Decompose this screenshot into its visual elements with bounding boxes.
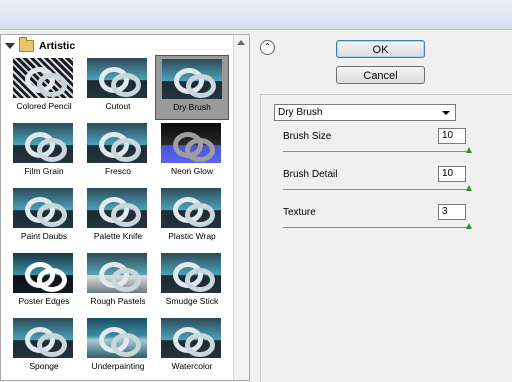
filter-label: Film Grain [24, 166, 64, 176]
filter-preview-image [13, 188, 73, 228]
ring-shape [37, 138, 67, 162]
filter-select[interactable]: Dry Brush [274, 104, 456, 121]
filter-preview-image [161, 188, 221, 228]
category-artistic[interactable]: Artistic [5, 37, 76, 53]
ring-shape [186, 74, 216, 98]
filter-preview-image [13, 58, 73, 98]
slider-track[interactable] [283, 151, 469, 152]
ring-shape [37, 333, 67, 357]
filter-gallery-panel: Artistic Colored Pencil Cutout Dry Brush Fi… [0, 34, 250, 381]
filter-thumbnail[interactable]: Film Grain [7, 120, 81, 185]
param-texture: Texture 3 [283, 204, 473, 236]
chevron-up-icon[interactable]: ⌃ [260, 40, 275, 55]
filter-thumbnail[interactable]: Neon Glow [155, 120, 229, 185]
ring-shape [185, 333, 215, 357]
ring-shape [111, 203, 141, 227]
filter-select-value: Dry Brush [278, 107, 323, 118]
filter-thumbnail[interactable]: Cutout [81, 55, 155, 120]
ring-shape [111, 138, 141, 162]
ring-shape [185, 268, 215, 292]
filter-preview-image [161, 253, 221, 293]
chevron-down-icon[interactable] [442, 111, 450, 115]
filter-thumbnail[interactable]: Paint Daubs [7, 185, 81, 250]
filter-preview-image [87, 58, 147, 98]
dialog-title-bar [0, 0, 512, 30]
ring-shape [37, 268, 67, 292]
filter-thumbnail[interactable]: Colored Pencil [7, 55, 81, 120]
filter-thumbnail[interactable]: Watercolor [155, 315, 229, 380]
param-value-field[interactable]: 10 [438, 166, 466, 182]
filter-thumbnail[interactable]: Poster Edges [7, 250, 81, 315]
scroll-up-arrow-icon[interactable] [237, 40, 245, 45]
ring-shape [111, 73, 141, 97]
filter-label: Rough Pastels [90, 296, 146, 306]
filter-label: Watercolor [171, 361, 213, 371]
filter-thumbnail[interactable]: Sponge [7, 315, 81, 380]
filter-preview-image [13, 253, 73, 293]
filter-label: Neon Glow [170, 166, 214, 176]
filter-label: Dry Brush [173, 102, 211, 112]
param-value-field[interactable]: 10 [438, 128, 466, 144]
triangle-down-icon[interactable] [5, 43, 15, 49]
filter-preview-image [162, 59, 222, 99]
filter-preview-image [87, 318, 147, 358]
param-label: Brush Size [283, 131, 332, 142]
ok-button[interactable]: OK [336, 40, 425, 58]
filter-thumbnail[interactable]: Palette Knife [81, 185, 155, 250]
slider-track[interactable] [283, 227, 469, 228]
ring-shape [185, 203, 215, 227]
slider-track[interactable] [283, 189, 469, 190]
filter-label: Paint Daubs [20, 231, 68, 241]
filter-thumbnail[interactable]: Fresco [81, 120, 155, 185]
filter-thumbnail[interactable]: Rough Pastels [81, 250, 155, 315]
filter-label: Fresco [105, 166, 131, 176]
filter-label: Plastic Wrap [168, 231, 216, 241]
param-value-field[interactable]: 3 [438, 204, 466, 220]
filter-thumbnail[interactable]: Smudge Stick [155, 250, 229, 315]
settings-pane: ⌃ OK Cancel Dry Brush Brush Size 10 Brus… [254, 34, 512, 382]
filter-preview-image [161, 318, 221, 358]
filter-preview-image [87, 123, 147, 163]
filter-label: Smudge Stick [165, 296, 219, 306]
filter-preview-image [13, 123, 73, 163]
param-brush-size: Brush Size 10 [283, 128, 473, 160]
vertical-scrollbar[interactable] [233, 35, 249, 380]
slider-handle[interactable] [466, 147, 472, 153]
folder-icon [19, 37, 34, 52]
filter-thumbnail[interactable]: Plastic Wrap [155, 185, 229, 250]
filter-thumbnail-grid: Colored Pencil Cutout Dry Brush Film Grain F… [7, 55, 229, 380]
filter-preview-image [13, 318, 73, 358]
filter-label: Colored Pencil [16, 101, 72, 111]
cancel-button[interactable]: Cancel [336, 66, 425, 84]
slider-handle[interactable] [466, 223, 472, 229]
filter-label: Cutout [105, 101, 131, 111]
param-brush-detail: Brush Detail 10 [283, 166, 473, 198]
ring-shape [37, 203, 67, 227]
ring-shape [185, 138, 215, 162]
ring-shape [111, 268, 141, 292]
filter-thumbnail[interactable]: Dry Brush [155, 55, 229, 120]
filter-label: Sponge [29, 361, 59, 371]
filter-preview-image [87, 253, 147, 293]
filter-label: Underpainting [91, 361, 145, 371]
filter-preview-image [161, 123, 221, 163]
slider-handle[interactable] [466, 185, 472, 191]
param-label: Brush Detail [283, 169, 338, 180]
filter-label: Poster Edges [18, 296, 70, 306]
param-label: Texture [283, 207, 316, 218]
filter-label: Palette Knife [93, 231, 143, 241]
ring-shape [111, 333, 141, 357]
filter-thumbnail[interactable]: Underpainting [81, 315, 155, 380]
ring-shape [37, 73, 67, 97]
category-label: Artistic [39, 40, 76, 52]
filter-preview-image [87, 188, 147, 228]
